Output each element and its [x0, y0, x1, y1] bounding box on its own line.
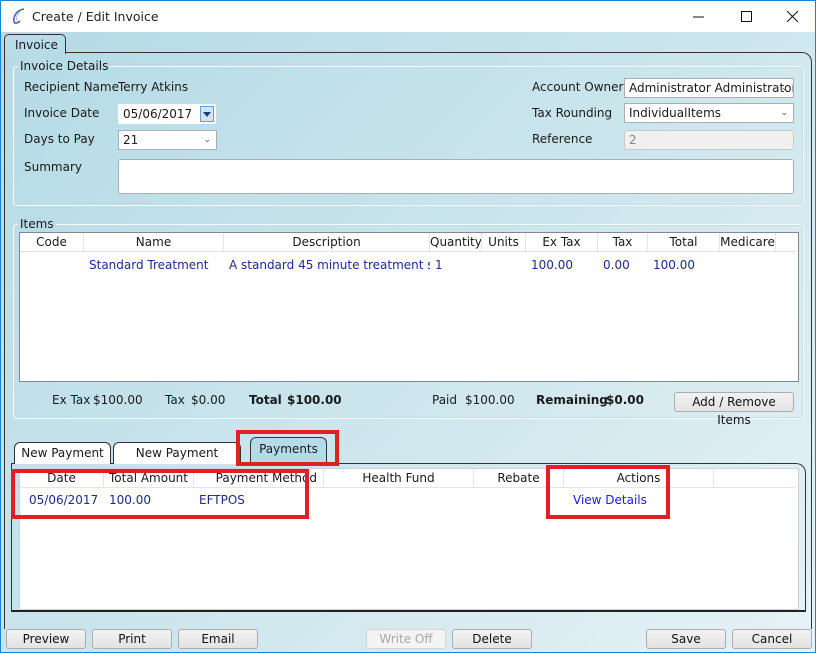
ex-tax-value: $100.00: [93, 393, 143, 407]
account-owner-select[interactable]: Administrator Administrator ⌄: [624, 78, 794, 98]
email-button[interactable]: Email: [178, 629, 258, 649]
highlight-actions: [546, 465, 670, 519]
col-medicare[interactable]: Medicare: [720, 233, 776, 252]
client-area: Invoice Invoice Details Recipient Name T…: [1, 32, 815, 652]
payment-health-fund: [324, 490, 474, 510]
invoice-details-title: Invoice Details: [18, 59, 111, 73]
tab-invoice[interactable]: Invoice: [4, 34, 66, 54]
item-quantity: 1: [435, 258, 443, 272]
recipient-label: Recipient Name: [24, 80, 119, 94]
close-icon: [786, 11, 798, 22]
summary-input[interactable]: [118, 159, 794, 194]
tab-new-payment-tyro[interactable]: New Payment (TYRO): [113, 442, 241, 481]
paid-label: Paid: [432, 393, 458, 407]
item-description: A standard 45 minute treatment sessi: [229, 258, 430, 272]
days-to-pay-value: 21: [123, 133, 139, 147]
print-button[interactable]: Print: [92, 629, 172, 649]
summary-label: Summary: [24, 160, 82, 174]
total-label: Total: [249, 393, 282, 407]
tab-new-payment[interactable]: New Payment: [14, 442, 111, 464]
item-code: [20, 255, 84, 275]
invoice-date-picker[interactable]: 05/06/2017: [118, 104, 216, 124]
chevron-down-icon: [203, 111, 211, 117]
close-button[interactable]: [769, 1, 815, 32]
chevron-down-icon: ⌄: [780, 83, 788, 93]
col-ex-tax[interactable]: Ex Tax: [526, 233, 598, 252]
item-units: [482, 255, 526, 275]
col-name[interactable]: Name: [84, 233, 224, 252]
tax-value: $0.00: [191, 393, 226, 407]
invoice-window: Create / Edit Invoice Invoice Invoice De…: [0, 0, 816, 653]
reference-value: 2: [629, 133, 637, 147]
minimize-button[interactable]: [675, 1, 721, 32]
item-medicare: [720, 255, 776, 275]
highlight-payment-row: [11, 469, 309, 519]
item-tax: 0.00: [603, 258, 630, 272]
account-owner-label: Account Owner: [532, 80, 624, 94]
reference-field: 2: [624, 130, 794, 150]
chevron-down-icon: ⌄: [203, 135, 211, 145]
item-name: Standard Treatment: [89, 258, 209, 272]
minimize-icon: [692, 16, 704, 18]
maximize-icon: [740, 11, 752, 22]
app-logo-icon: [11, 7, 27, 25]
write-off-button: Write Off: [366, 629, 446, 649]
date-dropdown-button[interactable]: [200, 106, 214, 122]
col-total[interactable]: Total: [648, 233, 720, 252]
invoice-date-value: 05/06/2017: [123, 107, 193, 121]
total-value: $100.00: [287, 393, 342, 407]
col-tax[interactable]: Tax: [598, 233, 648, 252]
chevron-down-icon: ⌄: [780, 108, 788, 118]
days-to-pay-select[interactable]: 21 ⌄: [118, 130, 217, 150]
items-grid-header: Code Name Description Quantity Units Ex …: [20, 233, 796, 252]
days-to-pay-label: Days to Pay: [24, 132, 95, 146]
col-code[interactable]: Code: [20, 233, 84, 252]
items-grid[interactable]: Code Name Description Quantity Units Ex …: [19, 232, 799, 382]
account-owner-value: Administrator Administrator: [629, 81, 794, 95]
ex-tax-label: Ex Tax: [52, 393, 91, 407]
tax-rounding-select[interactable]: IndividualItems ⌄: [624, 103, 794, 123]
title-bar: Create / Edit Invoice: [1, 1, 815, 32]
preview-button[interactable]: Preview: [6, 629, 86, 649]
col-filler: [776, 233, 796, 252]
window-title: Create / Edit Invoice: [32, 9, 159, 24]
save-button[interactable]: Save: [646, 629, 726, 649]
tax-rounding-value: IndividualItems: [629, 106, 722, 120]
items-row[interactable]: Standard Treatment A standard 45 minute …: [20, 255, 776, 275]
maximize-button[interactable]: [723, 1, 769, 32]
items-title: Items: [18, 217, 56, 231]
add-remove-items-button[interactable]: Add / Remove Items: [674, 392, 794, 427]
cancel-button[interactable]: Cancel: [732, 629, 812, 649]
paid-value: $100.00: [465, 393, 515, 407]
col-quantity[interactable]: Quantity: [430, 233, 482, 252]
col-description[interactable]: Description: [224, 233, 430, 252]
invoice-date-label: Invoice Date: [24, 106, 100, 120]
recipient-value: Terry Atkins: [118, 80, 189, 94]
reference-label: Reference: [532, 132, 593, 146]
item-total: 100.00: [653, 258, 695, 272]
remaining-value: $0.00: [606, 393, 644, 407]
tab-invoice-label: Invoice: [15, 38, 58, 52]
tax-label: Tax: [165, 393, 185, 407]
col-filler: [714, 469, 796, 488]
tax-rounding-label: Tax Rounding: [532, 106, 613, 120]
highlight-payments-tab: [236, 430, 339, 466]
remaining-label: Remaining: [536, 393, 608, 407]
col-health-fund[interactable]: Health Fund: [324, 469, 474, 488]
col-units[interactable]: Units: [482, 233, 526, 252]
delete-button[interactable]: Delete: [452, 629, 532, 649]
item-ex-tax: 100.00: [531, 258, 573, 272]
